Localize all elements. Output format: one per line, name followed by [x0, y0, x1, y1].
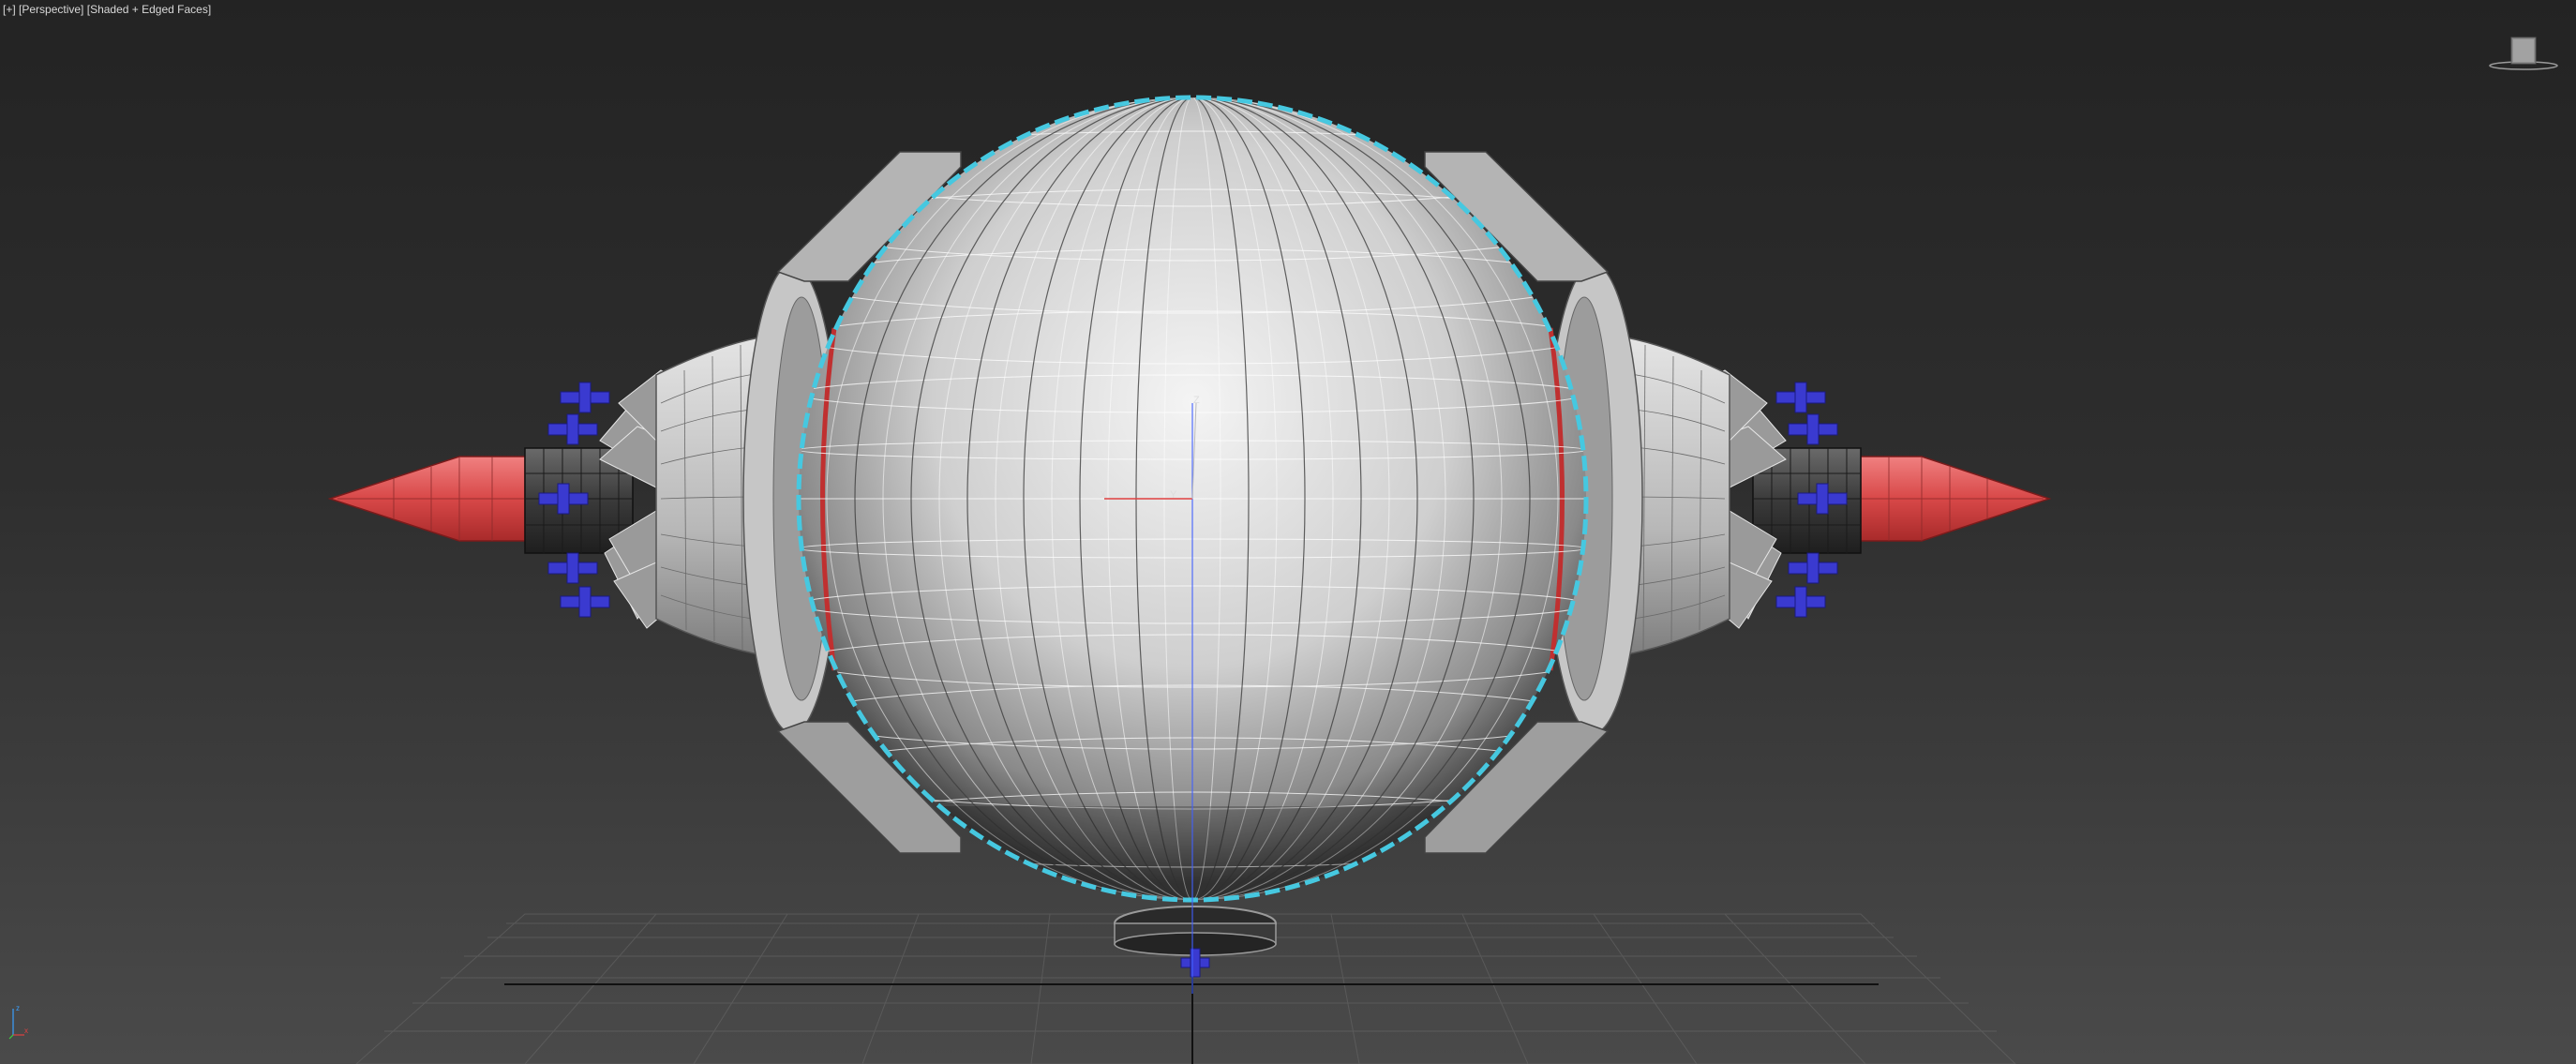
right-helper-4	[1788, 552, 1838, 584]
viewport-menu-plus[interactable]: [+]	[3, 3, 16, 16]
right-helper-2	[1788, 413, 1838, 445]
right-helper-5	[1775, 586, 1826, 618]
tripod-z-label: z	[16, 1004, 20, 1012]
viewcube-icon[interactable]	[2486, 32, 2561, 73]
viewport-label: [+] [Perspective] [Shaded + Edged Faces]	[3, 3, 211, 16]
gizmo-z-label: Z	[1193, 395, 1200, 406]
perspective-viewport[interactable]: Z X Y [+] [Perspective] [Shaded + Edged …	[0, 0, 2576, 1064]
viewport-view-name[interactable]: [Perspective]	[19, 3, 83, 16]
left-helper-5	[560, 586, 610, 618]
viewport-shading-mode[interactable]: [Shaded + Edged Faces]	[87, 3, 211, 16]
bottom-base[interactable]	[1114, 906, 1277, 978]
gizmo-x-label: X	[1100, 489, 1107, 501]
left-helper-1	[560, 382, 610, 413]
tripod-x-label: x	[24, 1027, 28, 1035]
gizmo-y-label: Y	[1170, 489, 1177, 501]
left-helper-4	[547, 552, 598, 584]
axis-tripod-icon: z x	[8, 1004, 28, 1040]
viewport-scene[interactable]: Z X Y	[0, 0, 2576, 1064]
right-helper-1	[1775, 382, 1826, 413]
left-helper-2	[547, 413, 598, 445]
